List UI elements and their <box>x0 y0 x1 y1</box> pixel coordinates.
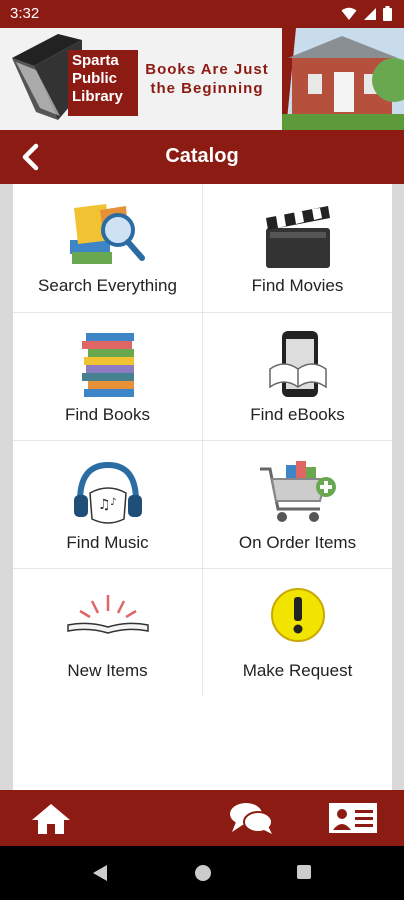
contact-card-icon[interactable] <box>328 800 378 836</box>
search-everything-icon <box>69 204 145 264</box>
tile-label: Find Books <box>64 405 151 424</box>
svg-text:♪: ♪ <box>110 497 116 508</box>
logo-text: Sparta Public Library <box>68 50 138 116</box>
shopping-cart-add-icon <box>259 461 336 522</box>
signal-icon <box>364 7 376 20</box>
tile-label: On Order Items <box>238 533 357 552</box>
tile-label: Find Movies <box>251 276 344 295</box>
status-time: 3:32 <box>10 5 40 22</box>
status-icons <box>341 6 392 21</box>
back-triangle-icon[interactable] <box>92 864 108 882</box>
tile-search-everything[interactable]: Search Everything <box>13 184 202 312</box>
tile-on-order-items[interactable]: On Order Items <box>203 441 392 569</box>
library-building-photo <box>282 28 404 130</box>
content-frame: Search Everything Find Movies Find Books… <box>0 184 404 790</box>
battery-icon <box>383 6 392 21</box>
home-icon[interactable] <box>28 800 74 836</box>
bottom-toolbar <box>0 790 404 846</box>
catalog-grid: Search Everything Find Movies Find Books… <box>13 184 392 790</box>
clapperboard-icon <box>265 206 330 268</box>
home-circle-icon[interactable] <box>194 864 212 882</box>
tile-find-music[interactable]: ♫ ♪ Find Music <box>13 441 202 569</box>
tile-label: Find eBooks <box>250 405 345 424</box>
catalog-header: Catalog <box>0 130 404 184</box>
tile-label: Make Request <box>242 661 353 680</box>
tile-find-movies[interactable]: Find Movies <box>203 184 392 312</box>
page-title: Catalog <box>165 145 239 167</box>
android-nav-bar <box>0 846 404 900</box>
ebook-device-icon <box>268 331 327 397</box>
headphones-music-icon: ♫ ♪ <box>73 461 142 524</box>
library-logo: Sparta Public Library <box>12 34 138 120</box>
recents-square-icon[interactable] <box>296 864 312 880</box>
exclamation-circle-icon <box>270 588 325 642</box>
library-banner: Sparta Public Library Books Are Just the… <box>0 28 404 130</box>
chat-bubbles-icon[interactable] <box>228 800 274 836</box>
book-stack-icon <box>81 333 134 397</box>
open-book-sparkle-icon <box>66 595 149 634</box>
wifi-icon <box>341 7 357 20</box>
svg-text:♫: ♫ <box>98 497 111 513</box>
banner-tagline: Books Are Just the Beginning <box>145 61 269 97</box>
tile-new-items[interactable]: New Items <box>13 569 202 697</box>
tile-find-ebooks[interactable]: Find eBooks <box>203 313 392 441</box>
status-bar: 3:32 <box>0 0 404 28</box>
tile-label: Find Music <box>66 533 149 552</box>
tile-label: Search Everything <box>38 276 177 295</box>
tile-make-request[interactable]: Make Request <box>203 569 392 697</box>
tile-label: New Items <box>67 661 148 680</box>
tile-find-books[interactable]: Find Books <box>13 313 202 441</box>
